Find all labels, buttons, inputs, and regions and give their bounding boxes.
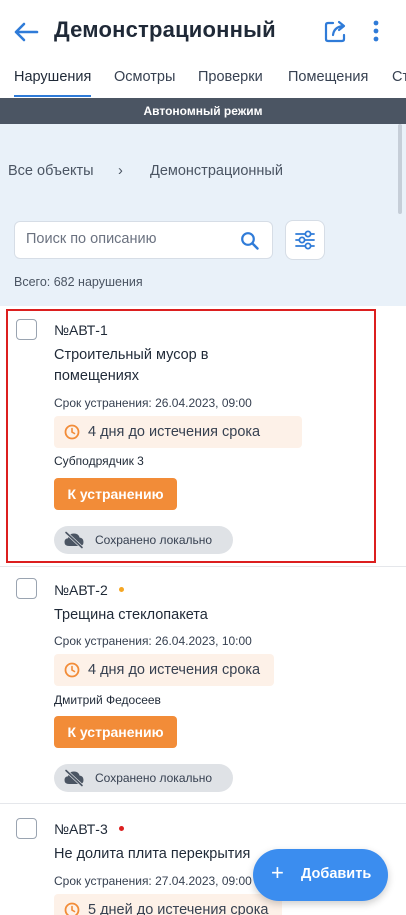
share-button[interactable] [321, 16, 351, 46]
deadline-text: Срок устранения: 27.04.2023, 09:00 [54, 874, 252, 888]
clock-icon [64, 424, 80, 440]
breadcrumb-root[interactable]: Все объекты [8, 163, 94, 179]
countdown-text: 4 дня до истечения срока [88, 662, 261, 678]
countdown-text: 4 дня до истечения срока [88, 424, 261, 440]
breadcrumb-separator: › [118, 163, 123, 179]
tab-more[interactable]: Ст [392, 69, 406, 85]
card-checkbox[interactable] [16, 818, 37, 839]
description-line: Трещина стеклопакета [54, 607, 208, 623]
scrollbar[interactable] [398, 124, 402, 214]
description-line: помещениях [54, 368, 139, 384]
add-button[interactable]: + Добавить [253, 849, 388, 901]
status-button[interactable]: К устранению [54, 716, 177, 748]
tab-bar: Нарушения Осмотры Проверки Помещения Ст [0, 62, 406, 98]
offline-mode-banner: Автономный режим [0, 98, 406, 124]
page-title: Демонстрационный [54, 17, 276, 42]
saved-locally-label: Сохранено локально [95, 771, 213, 785]
filter-panel: Все объекты › Демонстрационный Всего: 68… [0, 124, 406, 306]
priority-dot [119, 826, 124, 831]
assignee-name: Дмитрий Федосеев [54, 693, 161, 707]
breadcrumb-current: Демонстрационный [150, 163, 283, 179]
countdown-badge: 4 дня до истечения срока [54, 416, 302, 448]
active-tab-indicator [14, 95, 91, 97]
tab-checks[interactable]: Проверки [198, 69, 263, 85]
saved-locally-chip: Сохранено локально [54, 764, 233, 792]
status-button[interactable]: К устранению [54, 478, 177, 510]
sliders-icon [295, 230, 315, 250]
description-line: Строительный мусор в [54, 347, 209, 363]
countdown-badge: 5 дней до истечения срока [54, 894, 282, 915]
filter-button[interactable] [285, 220, 325, 260]
search-box[interactable] [14, 221, 273, 259]
deadline-text: Срок устранения: 26.04.2023, 10:00 [54, 634, 252, 648]
violation-description: Трещина стеклопакета [54, 605, 208, 626]
violation-description: Не долита плита перекрытия [54, 844, 250, 865]
violation-description: Строительный мусор в помещениях [54, 345, 208, 387]
total-count: Всего: 682 нарушения [14, 275, 143, 289]
violation-number: №АВТ-1 [54, 322, 108, 338]
cloud-off-icon [64, 769, 84, 787]
clock-icon [64, 662, 80, 678]
cloud-off-icon [64, 531, 84, 549]
countdown-badge: 4 дня до истечения срока [54, 654, 274, 686]
violation-number: №АВТ-2 [54, 582, 108, 598]
tab-violations[interactable]: Нарушения [14, 69, 91, 85]
countdown-text: 5 дней до истечения срока [88, 902, 269, 915]
app-header: Демонстрационный [0, 0, 406, 62]
tab-inspections[interactable]: Осмотры [114, 69, 175, 85]
share-icon [324, 20, 346, 43]
violation-card[interactable]: №АВТ-2 Трещина стеклопакета Срок устране… [0, 567, 406, 804]
priority-dot [119, 587, 124, 592]
assignee-name: Субподрядчик 3 [54, 454, 144, 468]
tab-rooms[interactable]: Помещения [288, 69, 368, 85]
search-icon[interactable] [240, 231, 260, 251]
more-options-button[interactable] [366, 16, 386, 46]
clock-icon [64, 902, 80, 915]
saved-locally-label: Сохранено локально [95, 533, 213, 547]
description-line: Не долита плита перекрытия [54, 846, 251, 862]
back-button[interactable] [12, 18, 40, 46]
arrow-left-icon [14, 22, 39, 42]
deadline-text: Срок устранения: 26.04.2023, 09:00 [54, 396, 252, 410]
saved-locally-chip: Сохранено локально [54, 526, 233, 554]
card-checkbox[interactable] [16, 578, 37, 599]
violation-number: №АВТ-3 [54, 821, 108, 837]
card-checkbox[interactable] [16, 319, 37, 340]
violation-card[interactable]: №АВТ-1 Строительный мусор в помещениях С… [0, 306, 406, 567]
more-vertical-icon [373, 20, 379, 42]
add-button-label: Добавить [301, 866, 372, 882]
search-input[interactable] [26, 231, 226, 247]
plus-icon: + [271, 860, 284, 885]
